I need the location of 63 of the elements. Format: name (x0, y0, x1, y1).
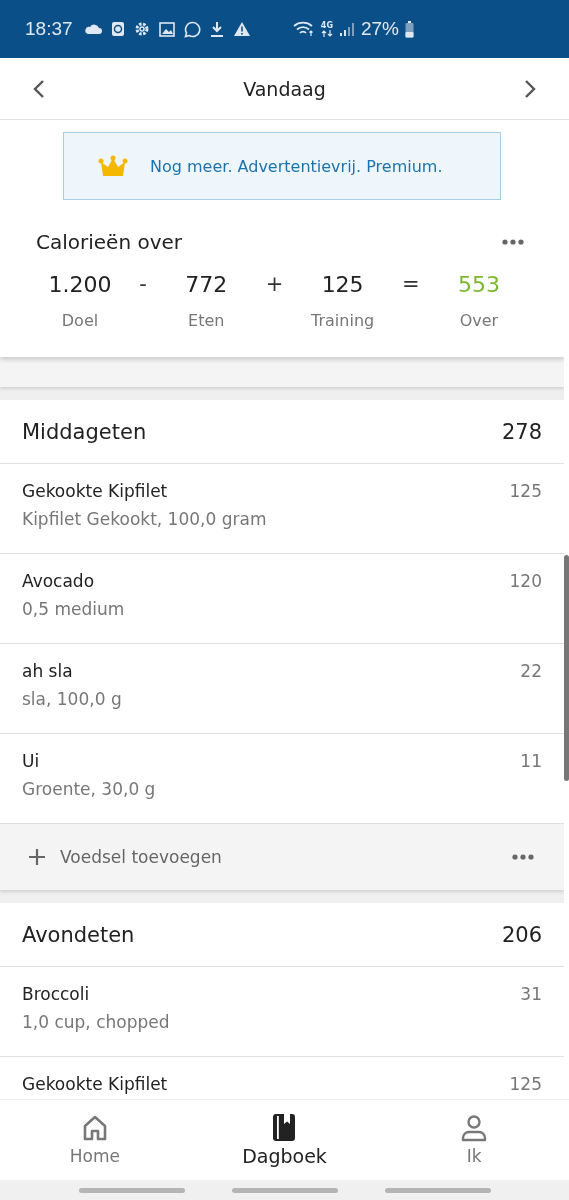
warning-icon (232, 21, 251, 37)
food-detail: sla, 100,0 g (22, 689, 122, 709)
value-label: Training (311, 311, 375, 330)
banner-text: Nog meer. Advertentievrij. Premium. (150, 156, 443, 176)
crown-icon (98, 155, 128, 177)
add-food-row[interactable]: Voedsel toevoegen (0, 824, 564, 890)
nav-tab[interactable]: Ik (409, 1114, 540, 1166)
food-calories: 31 (520, 984, 542, 1006)
date-title: Vandaag (243, 77, 326, 100)
download-icon (209, 21, 224, 37)
cloud-icon (83, 23, 102, 35)
meal-title: Middageten (22, 419, 147, 444)
wifi-icon (292, 21, 315, 37)
nav-tab[interactable]: Dagboek (219, 1113, 350, 1167)
meal-total: 278 (501, 419, 542, 444)
value-label: Doel (61, 311, 99, 330)
food-name: Avocado (22, 571, 96, 591)
image-icon (158, 21, 175, 37)
operator-sign: + (265, 272, 284, 296)
food-detail: Kipfilet Gekookt, 100,0 gram (22, 509, 267, 529)
food-name: Gekookte Kipfilet (22, 1074, 168, 1094)
food-calories: 11 (520, 751, 542, 773)
food-name: ah sla (22, 661, 74, 681)
person-icon (460, 1114, 489, 1144)
more-icon[interactable] (512, 854, 534, 860)
food-detail: 1,0 cup, chopped (22, 1012, 170, 1032)
data-arrows-icon (320, 29, 333, 37)
calorie-value: 125 (321, 272, 364, 297)
food-name: Ui (22, 751, 41, 771)
plus-icon (28, 848, 46, 866)
food-calories: 125 (509, 481, 542, 503)
food-calories: 125 (509, 1074, 542, 1096)
operator-sign: - (139, 272, 147, 296)
network-type: 4G (320, 21, 333, 30)
nav-tab[interactable]: Home (29, 1114, 160, 1166)
operator-sign: = (402, 272, 420, 296)
battery-percentage: 27% (360, 18, 399, 40)
chevron-right-icon[interactable] (523, 78, 537, 99)
calorie-value: 1.200 (48, 272, 112, 297)
chevron-left-icon[interactable] (32, 78, 46, 99)
add-food-label: Voedsel toevoegen (60, 847, 223, 867)
food-calories: 120 (509, 571, 542, 593)
meal-title: Avondeten (22, 922, 135, 947)
food-calories: 22 (520, 661, 542, 683)
chat-bubble-icon (183, 20, 201, 38)
food-detail: Groente, 30,0 g (22, 779, 156, 799)
clock-icon (110, 21, 125, 37)
food-detail: 0,5 medium (22, 599, 125, 619)
food-name: Broccoli (22, 984, 91, 1004)
battery-icon (405, 20, 414, 38)
clock-time: 18:37 (25, 18, 73, 40)
more-icon[interactable] (502, 239, 524, 245)
summary-title: Calorieën over (36, 230, 183, 254)
remaining-value: 553 (457, 272, 500, 297)
value-label: Eten (188, 311, 225, 330)
meal-total: 206 (501, 922, 542, 947)
scrollbar[interactable] (564, 555, 569, 781)
food-name: Gekookte Kipfilet (22, 481, 169, 501)
signal-icon (338, 21, 355, 37)
premium-banner[interactable]: Nog meer. Advertentievrij. Premium. (63, 132, 501, 200)
calorie-value: 772 (185, 272, 228, 297)
gear-icon (133, 21, 150, 37)
value-label: Over (459, 311, 499, 330)
